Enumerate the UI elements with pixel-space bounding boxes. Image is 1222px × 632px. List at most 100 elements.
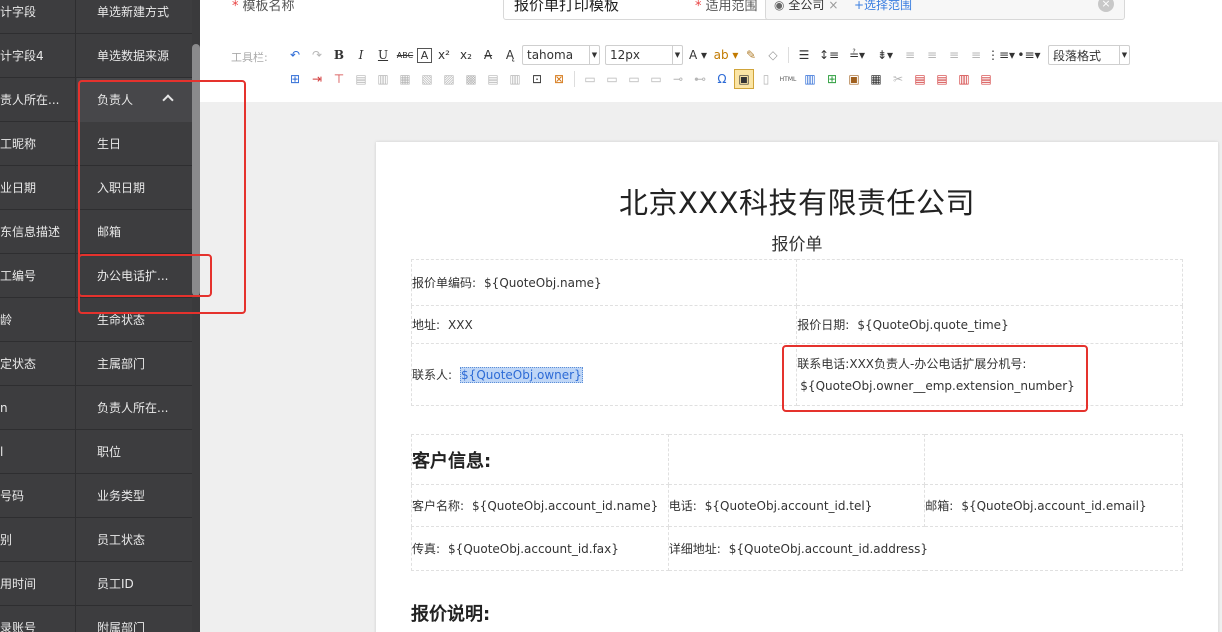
- template-icon[interactable]: ▥: [954, 69, 974, 89]
- field-list-item[interactable]: 龄: [0, 298, 76, 342]
- empty-cell[interactable]: [924, 434, 1183, 485]
- field-placeholder[interactable]: ${QuoteObj.account_id.address}: [729, 542, 928, 556]
- redo-icon[interactable]: ↷: [307, 45, 327, 65]
- field-list-item[interactable]: 录账号: [0, 606, 76, 632]
- clear-scope-button[interactable]: ×: [1098, 0, 1114, 12]
- field-list-item[interactable]: 东信息描述: [0, 210, 76, 254]
- customer-name-cell[interactable]: 客户名称: ${QuoteObj.account_id.name}: [411, 484, 669, 527]
- html-icon[interactable]: HTML: [778, 69, 798, 89]
- special-char-icon[interactable]: Ω: [712, 69, 732, 89]
- unordered-list-icon[interactable]: •≡▾: [1016, 45, 1042, 65]
- align-middle-icon[interactable]: ▭: [602, 69, 622, 89]
- field-list-item[interactable]: 工编号: [0, 254, 76, 298]
- bold-icon[interactable]: B: [329, 45, 349, 65]
- highlight-color-icon[interactable]: ab ▾: [713, 45, 739, 65]
- scope-selector[interactable]: ◉ 全公司 × +选择范围 ×: [765, 0, 1125, 20]
- section-heading[interactable]: 客户信息:: [412, 451, 491, 472]
- align-right-icon[interactable]: ≡: [944, 45, 964, 65]
- detail-address-cell[interactable]: 详细地址: ${QuoteObj.account_id.address}: [667, 526, 1184, 571]
- insert-row-icon[interactable]: ⇥: [307, 69, 327, 89]
- field-placeholder[interactable]: ${QuoteObj.name}: [484, 276, 602, 290]
- merge-right-icon[interactable]: ▧: [417, 69, 437, 89]
- field-list-item[interactable]: 职位: [77, 430, 192, 474]
- field-list-item[interactable]: 员工ID: [77, 562, 192, 606]
- field-placeholder[interactable]: ${QuoteObj.quote_time}: [857, 318, 1008, 332]
- clear-format-icon[interactable]: A̶: [478, 45, 498, 65]
- field-list-item[interactable]: 负责人所在...: [77, 386, 192, 430]
- quote-no-cell[interactable]: 报价单编码: ${QuoteObj.name}: [410, 259, 798, 306]
- paragraph-format-select[interactable]: 段落格式 ▼: [1048, 45, 1130, 65]
- link-icon[interactable]: ⊸: [668, 69, 688, 89]
- field-list-item[interactable]: 别: [0, 518, 76, 562]
- field-list-item[interactable]: 附属部门: [77, 606, 192, 632]
- field-list-item[interactable]: 计字段4: [0, 34, 76, 78]
- field-list-item[interactable]: 主属部门: [77, 342, 192, 386]
- paragraph-spacing-icon[interactable]: ≟▾: [844, 45, 870, 65]
- cell-props-icon[interactable]: ⊠: [549, 69, 569, 89]
- delete-row-icon[interactable]: ▤: [351, 69, 371, 89]
- subscript-icon[interactable]: x₂: [456, 45, 476, 65]
- superscript-icon[interactable]: x²: [434, 45, 454, 65]
- scope-tag-remove-button[interactable]: ×: [828, 0, 838, 12]
- selected-placeholder[interactable]: ${QuoteObj.owner}: [460, 367, 583, 383]
- field-list-item[interactable]: 业务类型: [77, 474, 192, 518]
- date-icon[interactable]: ▣: [734, 69, 754, 89]
- cut-icon[interactable]: ✂: [888, 69, 908, 89]
- company-name[interactable]: 北京XXX科技有限责任公司: [376, 180, 1218, 222]
- paint-brush-icon[interactable]: ✎: [741, 45, 761, 65]
- insert-table-icon[interactable]: ⊞: [285, 69, 305, 89]
- unlink-icon[interactable]: ⊷: [690, 69, 710, 89]
- quote-notes-heading[interactable]: 报价说明:: [411, 600, 490, 626]
- field-list-item[interactable]: 用时间: [0, 562, 76, 606]
- align-justify-icon[interactable]: ≡: [966, 45, 986, 65]
- merge-down-icon[interactable]: ▨: [439, 69, 459, 89]
- document-title[interactable]: 报价单: [376, 230, 1218, 255]
- split-row-icon[interactable]: ▤: [483, 69, 503, 89]
- align-top-icon[interactable]: ▭: [580, 69, 600, 89]
- qrcode-icon[interactable]: ▦: [866, 69, 886, 89]
- font-border-icon[interactable]: A: [417, 47, 432, 63]
- format-brush-icon[interactable]: Ą: [500, 45, 520, 65]
- address-cell[interactable]: 地址: XXX: [410, 305, 798, 344]
- table-props-icon[interactable]: ⊡: [527, 69, 547, 89]
- field-list-item[interactable]: 单选新建方式: [77, 0, 192, 34]
- field-list-item[interactable]: 业日期: [0, 166, 76, 210]
- field-placeholder[interactable]: ${QuoteObj.account_id.name}: [472, 499, 658, 513]
- strikethrough-icon[interactable]: ABC: [395, 45, 415, 65]
- add-scope-link[interactable]: +选择范围: [854, 0, 912, 12]
- delete-col-icon[interactable]: ▥: [373, 69, 393, 89]
- field-placeholder[interactable]: ${QuoteObj.account_id.tel}: [705, 499, 873, 513]
- contact-cell[interactable]: 联系人: ${QuoteObj.owner}: [410, 343, 798, 406]
- eraser-icon[interactable]: ◇: [763, 45, 783, 65]
- empty-cell[interactable]: [667, 434, 926, 485]
- merge-cells-icon[interactable]: ▦: [395, 69, 415, 89]
- customer-section-cell[interactable]: 客户信息:: [411, 434, 669, 485]
- field-list-item[interactable]: 号码: [0, 474, 76, 518]
- delete-icon[interactable]: ▤: [976, 69, 996, 89]
- field-list-item[interactable]: 单选数据来源: [77, 34, 192, 78]
- line-height-icon[interactable]: ☰: [794, 45, 814, 65]
- field-placeholder[interactable]: ${QuoteObj.account_id.fax}: [448, 542, 619, 556]
- italic-icon[interactable]: I: [351, 45, 371, 65]
- page-break-icon[interactable]: ⊞: [822, 69, 842, 89]
- preview-icon[interactable]: ▤: [932, 69, 952, 89]
- image-icon[interactable]: ▣: [844, 69, 864, 89]
- field-placeholder[interactable]: ${QuoteObj.account_id.email}: [961, 499, 1146, 513]
- row-spacing-icon[interactable]: ↕≡: [816, 45, 842, 65]
- field-list-item[interactable]: 责人所在...: [0, 78, 76, 122]
- field-list-item[interactable]: l: [0, 430, 76, 474]
- insert-col-icon[interactable]: ⊤: [329, 69, 349, 89]
- align-center-icon[interactable]: ≡: [922, 45, 942, 65]
- indent-icon[interactable]: ⇟▾: [872, 45, 898, 65]
- field-list-item[interactable]: 员工状态: [77, 518, 192, 562]
- ordered-list-icon[interactable]: ⋮≡▾: [987, 45, 1015, 65]
- blank-page-icon[interactable]: ▯: [756, 69, 776, 89]
- font-color-icon[interactable]: A ▾: [685, 45, 711, 65]
- align-left-icon[interactable]: ≡: [900, 45, 920, 65]
- field-list-item[interactable]: 工昵称: [0, 122, 76, 166]
- email-cell[interactable]: 邮箱: ${QuoteObj.account_id.email}: [924, 484, 1183, 527]
- underline-icon[interactable]: U: [373, 45, 393, 65]
- print-icon[interactable]: ▤: [910, 69, 930, 89]
- field-value[interactable]: XXX: [448, 318, 473, 332]
- align-bottom-icon[interactable]: ▭: [624, 69, 644, 89]
